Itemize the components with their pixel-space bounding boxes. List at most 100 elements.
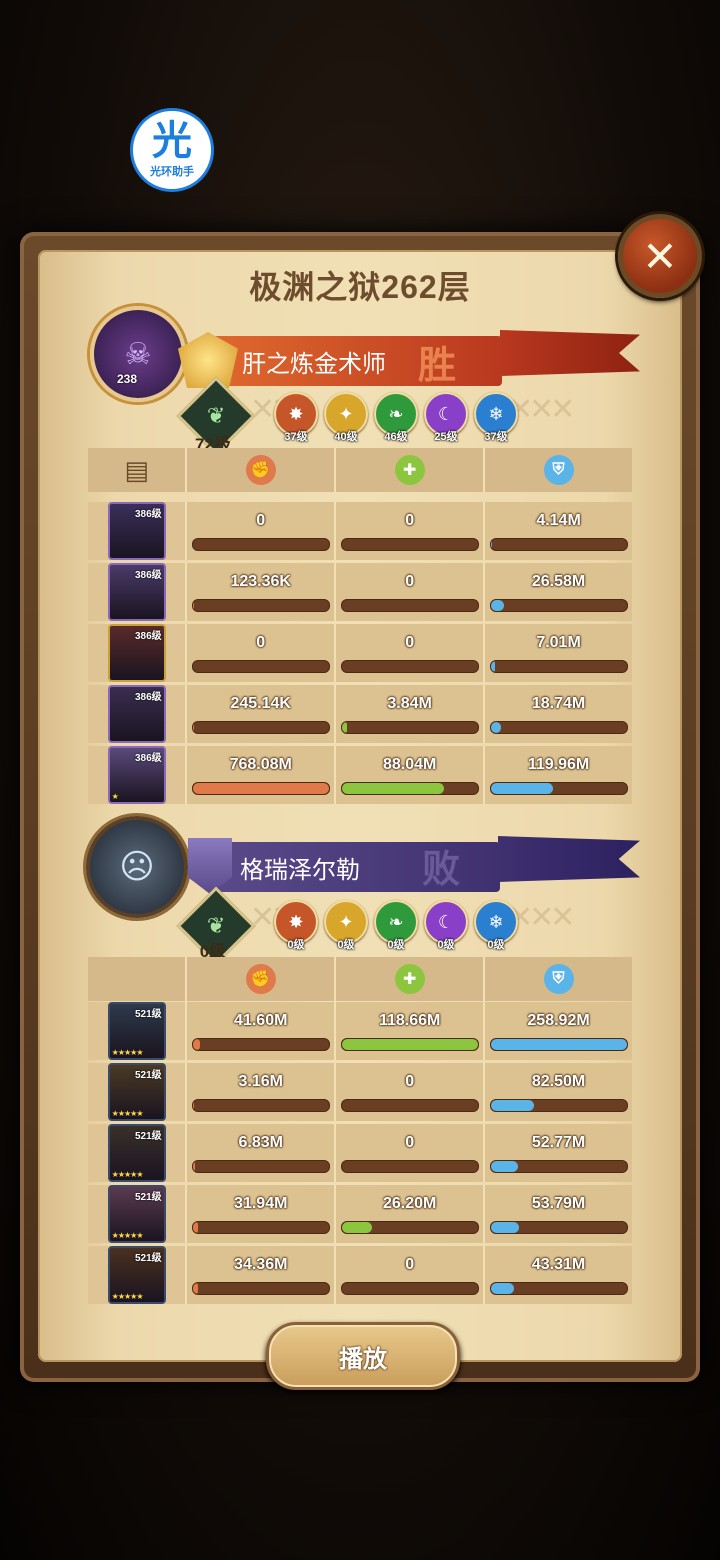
hero-portrait[interactable]: 521级 ★★★★★ [107,1246,166,1304]
team1-banner-tail [500,330,640,376]
shield-cell: 53.79M [485,1185,632,1243]
shield-bar-fill [490,1160,518,1172]
faction-item: ❧ 46级 [374,392,418,444]
hero-portrait-cell: 386级 [88,685,188,743]
team1-avatar-level: 238 [117,372,138,386]
hero-level: 521级 [134,1070,162,1081]
hero-stars: ★★★★★ [111,1170,144,1179]
damage-value: 41.60M [234,1011,288,1029]
faction-level: 25级 [434,431,458,443]
team1-stat-header: ▤ ✊ ✚ ⛨ [88,448,632,492]
play-button[interactable]: 播放 [266,1322,460,1390]
faction-level: 46级 [384,431,408,443]
hero-row: 386级 ★ 768.08M 88.04M 119.96M [88,746,632,804]
damage-cell: 123.36K [187,563,337,621]
damage-value: 0 [256,633,266,651]
shield-cell: 258.92M [485,1002,632,1060]
heal-cell: 88.04M [336,746,486,804]
heal-cell: 0 [336,1063,486,1121]
shield-cell: 26.58M [485,563,632,621]
stats-list-cell[interactable]: ▤ [88,448,188,492]
hero-portrait[interactable]: 521级 ★★★★★ [107,1063,166,1121]
tree-icon: ❦ [206,913,226,938]
damage-bar [191,1159,330,1173]
hero-row: 386级 0 0 4.14M [88,502,632,560]
heal-bar-fill [341,721,348,733]
faction-level: 0级 [437,939,455,951]
heal-value: 0 [405,572,415,590]
hero-portrait-cell: 386级 [88,563,188,621]
shield-header: ⛨ [485,957,632,1001]
damage-header: ✊ [187,448,337,492]
hero-stars: ★★★★★ [111,1292,144,1301]
hero-level: 521级 [134,1009,162,1020]
shield-value: 258.92M [527,1011,590,1029]
watermark-logo: 光 光环助手 [130,108,214,192]
damage-icon: ✊ [245,455,276,485]
hero-row: 521级 ★★★★★ 6.83M 0 52.77M [88,1124,632,1182]
shield-bar [489,1281,628,1295]
hero-level: 386级 [134,692,162,703]
damage-bar [191,720,330,734]
hero-portrait[interactable]: 386级 [107,685,166,743]
stats-list-icon: ▤ [124,454,149,485]
faction-item: ❧ 0级 [374,900,418,952]
team1-avatar[interactable]: ☠ [90,306,186,402]
hero-stars: ★★★★★ [111,1048,144,1057]
damage-cell: 0 [187,624,337,682]
heal-icon: ✚ [394,964,425,994]
team2-avatar[interactable]: ☹ [86,816,188,918]
hero-row: 386级 0 0 7.01M [88,624,632,682]
shield-value: 26.58M [531,572,586,590]
shield-bar-fill [490,782,554,794]
shield-value: 119.96M [527,755,590,773]
shield-value: 82.50M [531,1072,586,1090]
damage-cell: 31.94M [187,1185,337,1243]
hero-portrait[interactable]: 386级 [107,502,166,560]
hero-portrait[interactable]: 521级 ★★★★★ [107,1185,166,1243]
damage-value: 123.36K [230,572,291,590]
team1-factions: ✸ 37级 ✦ 40级 ❧ 46级 ☾ 25级 ❄ 37级 [274,392,518,444]
faction-level: 37级 [484,431,508,443]
heal-bar [340,1281,479,1295]
team1-result: 胜 [418,345,457,387]
damage-cell: 768.08M [187,746,337,804]
heal-bar [340,598,479,612]
team1-name: 肝之炼金术师 [242,350,386,378]
heal-bar [340,1037,479,1051]
shield-bar [489,1159,628,1173]
hero-level: 521级 [134,1131,162,1142]
shield-bar [489,537,628,551]
shield-value: 18.74M [531,694,586,712]
shield-bar [489,659,628,673]
heal-cell: 0 [336,624,486,682]
hero-portrait[interactable]: 386级 ★ [107,746,166,804]
heal-cell: 0 [336,1246,486,1304]
damage-bar-fill [192,1160,196,1172]
shield-bar-fill [490,599,505,611]
damage-value: 6.83M [238,1133,283,1151]
damage-value: 245.14K [230,694,291,712]
shield-cell: 7.01M [485,624,632,682]
hero-portrait[interactable]: 386级 [107,624,166,682]
hero-portrait[interactable]: 521级 ★★★★★ [107,1124,166,1182]
damage-bar [191,537,330,551]
damage-bar-fill [192,1099,195,1111]
heal-value: 0 [405,633,415,651]
heal-bar [340,1220,479,1234]
heal-header: ✚ [336,448,486,492]
shield-bar-fill [490,1038,627,1050]
shield-value: 52.77M [531,1133,586,1151]
tree-icon: ❦ [206,403,226,428]
shield-value: 53.79M [531,1194,586,1212]
shield-bar [489,1220,628,1234]
heal-cell: 3.84M [336,685,486,743]
faction-item: ✸ 0级 [274,900,318,952]
hero-portrait[interactable]: 521级 ★★★★★ [107,1002,166,1060]
hero-portrait-cell: 521级 ★★★★★ [88,1124,188,1182]
damage-cell: 245.14K [187,685,337,743]
heal-bar [340,781,479,795]
shield-header: ⛨ [485,448,632,492]
heal-bar-fill [341,1038,478,1050]
hero-portrait[interactable]: 386级 [107,563,166,621]
